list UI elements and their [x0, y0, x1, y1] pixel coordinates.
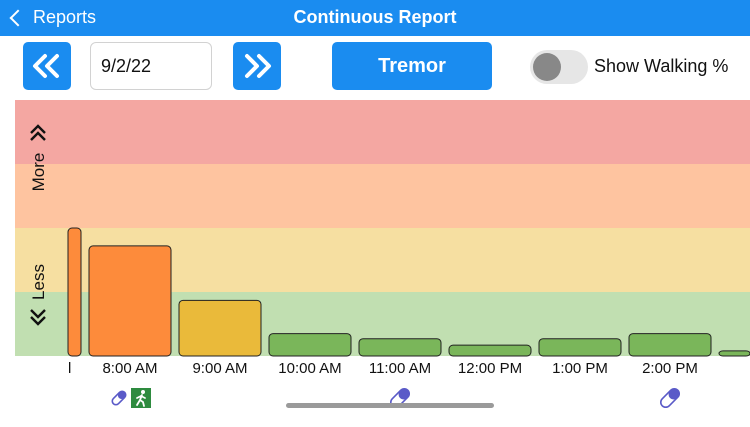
chart-bar — [448, 344, 532, 357]
chart-bar — [628, 333, 712, 357]
less-axis-label: Less — [29, 264, 48, 300]
x-tick-label: l — [68, 360, 71, 377]
chart-bar — [178, 299, 262, 357]
tremor-chart[interactable]: l 8:00 AM 9:00 AM 10:00 AM 11:00 AM 12:00 PM 1… — [0, 100, 750, 422]
metric-selector-button[interactable]: Tremor — [332, 42, 492, 90]
chart-bar — [358, 338, 442, 357]
next-day-button[interactable] — [233, 42, 281, 90]
page-title: Continuous Report — [293, 7, 457, 27]
double-chevron-right-icon — [245, 54, 271, 78]
toolbar: Tremor Show Walking % — [0, 36, 750, 100]
horizontal-scrollbar[interactable] — [286, 403, 494, 408]
x-tick-label: 10:00 AM — [278, 360, 341, 377]
x-tick-label: 1:00 PM — [552, 360, 608, 377]
x-tick-label: 9:00 AM — [192, 360, 247, 377]
chart-bar — [88, 245, 172, 357]
previous-day-button[interactable] — [23, 42, 71, 90]
walking-icon — [131, 388, 151, 408]
toggle-knob — [533, 53, 561, 81]
severity-band-moderate — [15, 164, 750, 228]
pill-icon — [111, 390, 127, 406]
x-tick-label: 8:00 AM — [102, 360, 157, 377]
double-chevron-left-icon — [33, 54, 59, 78]
severity-band-severe — [15, 100, 750, 164]
x-tick-label: 11:00 AM — [369, 360, 431, 377]
chart-bar — [268, 333, 352, 357]
date-field[interactable] — [90, 42, 212, 90]
show-walking-toggle[interactable] — [530, 50, 588, 84]
show-walking-label: Show Walking % — [594, 56, 729, 76]
x-tick-label: 12:00 PM — [458, 360, 522, 377]
chart-bar — [67, 227, 82, 357]
nav-bar: Reports Continuous Report — [0, 0, 750, 36]
chart-canvas: l 8:00 AM 9:00 AM 10:00 AM 11:00 AM 12:00 PM 1… — [15, 100, 750, 409]
chart-bar — [538, 338, 622, 357]
chart-bar — [718, 350, 750, 357]
x-tick-label: 2:00 PM — [642, 360, 698, 377]
more-axis-label: More — [29, 153, 48, 192]
pill-icon — [659, 387, 681, 409]
